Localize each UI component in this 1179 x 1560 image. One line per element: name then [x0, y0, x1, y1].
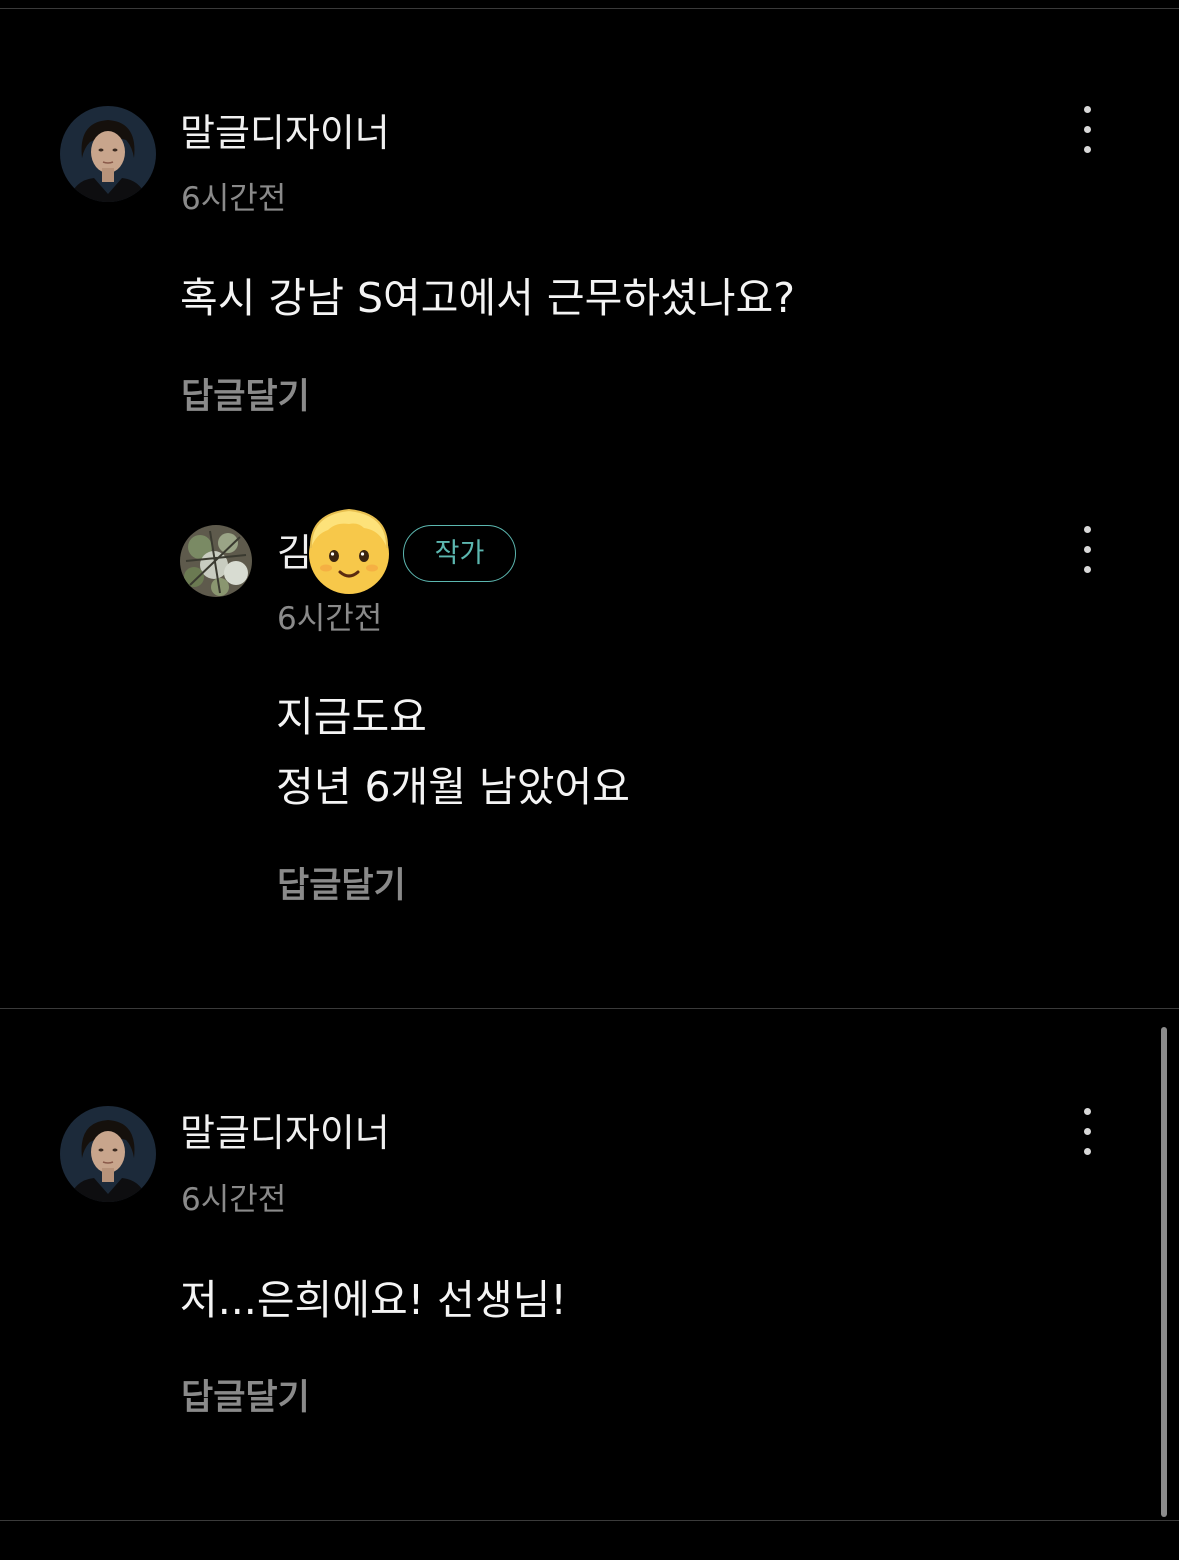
reply-button[interactable]: 답글달기	[181, 380, 310, 415]
comment-time: 6시간전	[181, 181, 287, 217]
user-avatar[interactable]	[180, 525, 252, 597]
comment-author[interactable]: 말글디자이너	[180, 114, 390, 152]
user-avatar[interactable]	[60, 106, 156, 202]
comment-text-line: 지금도요	[276, 693, 427, 741]
comment-time: 6시간전	[277, 601, 383, 637]
author-badge: 작가	[403, 525, 516, 582]
comment-text: 저...은희에요! 선생님!	[180, 1276, 567, 1324]
top-divider	[0, 8, 1179, 9]
user-avatar[interactable]	[60, 1106, 156, 1202]
bottom-divider	[0, 1520, 1179, 1521]
scrollbar[interactable]	[1161, 1027, 1167, 1517]
plant-photo-avatar-image	[180, 525, 252, 597]
comment-text-line: 정년 6개월 남았어요	[276, 763, 630, 811]
portrait-woman-avatar-image	[60, 106, 156, 202]
reply-button[interactable]: 답글달기	[277, 869, 406, 904]
comment-time: 6시간전	[181, 1182, 287, 1218]
more-vertical-icon[interactable]	[1072, 520, 1102, 580]
more-vertical-icon[interactable]	[1072, 1102, 1102, 1162]
comment-divider	[0, 1008, 1179, 1009]
comment-author[interactable]: 말글디자이너	[180, 1114, 390, 1152]
reply-button[interactable]: 답글달기	[181, 1381, 310, 1416]
portrait-woman-avatar-image	[60, 1106, 156, 1202]
child-face-emoji-icon	[300, 500, 398, 598]
comment-text: 혹시 강남 S여고에서 근무하셨나요?	[180, 274, 795, 322]
more-vertical-icon[interactable]	[1072, 100, 1102, 160]
